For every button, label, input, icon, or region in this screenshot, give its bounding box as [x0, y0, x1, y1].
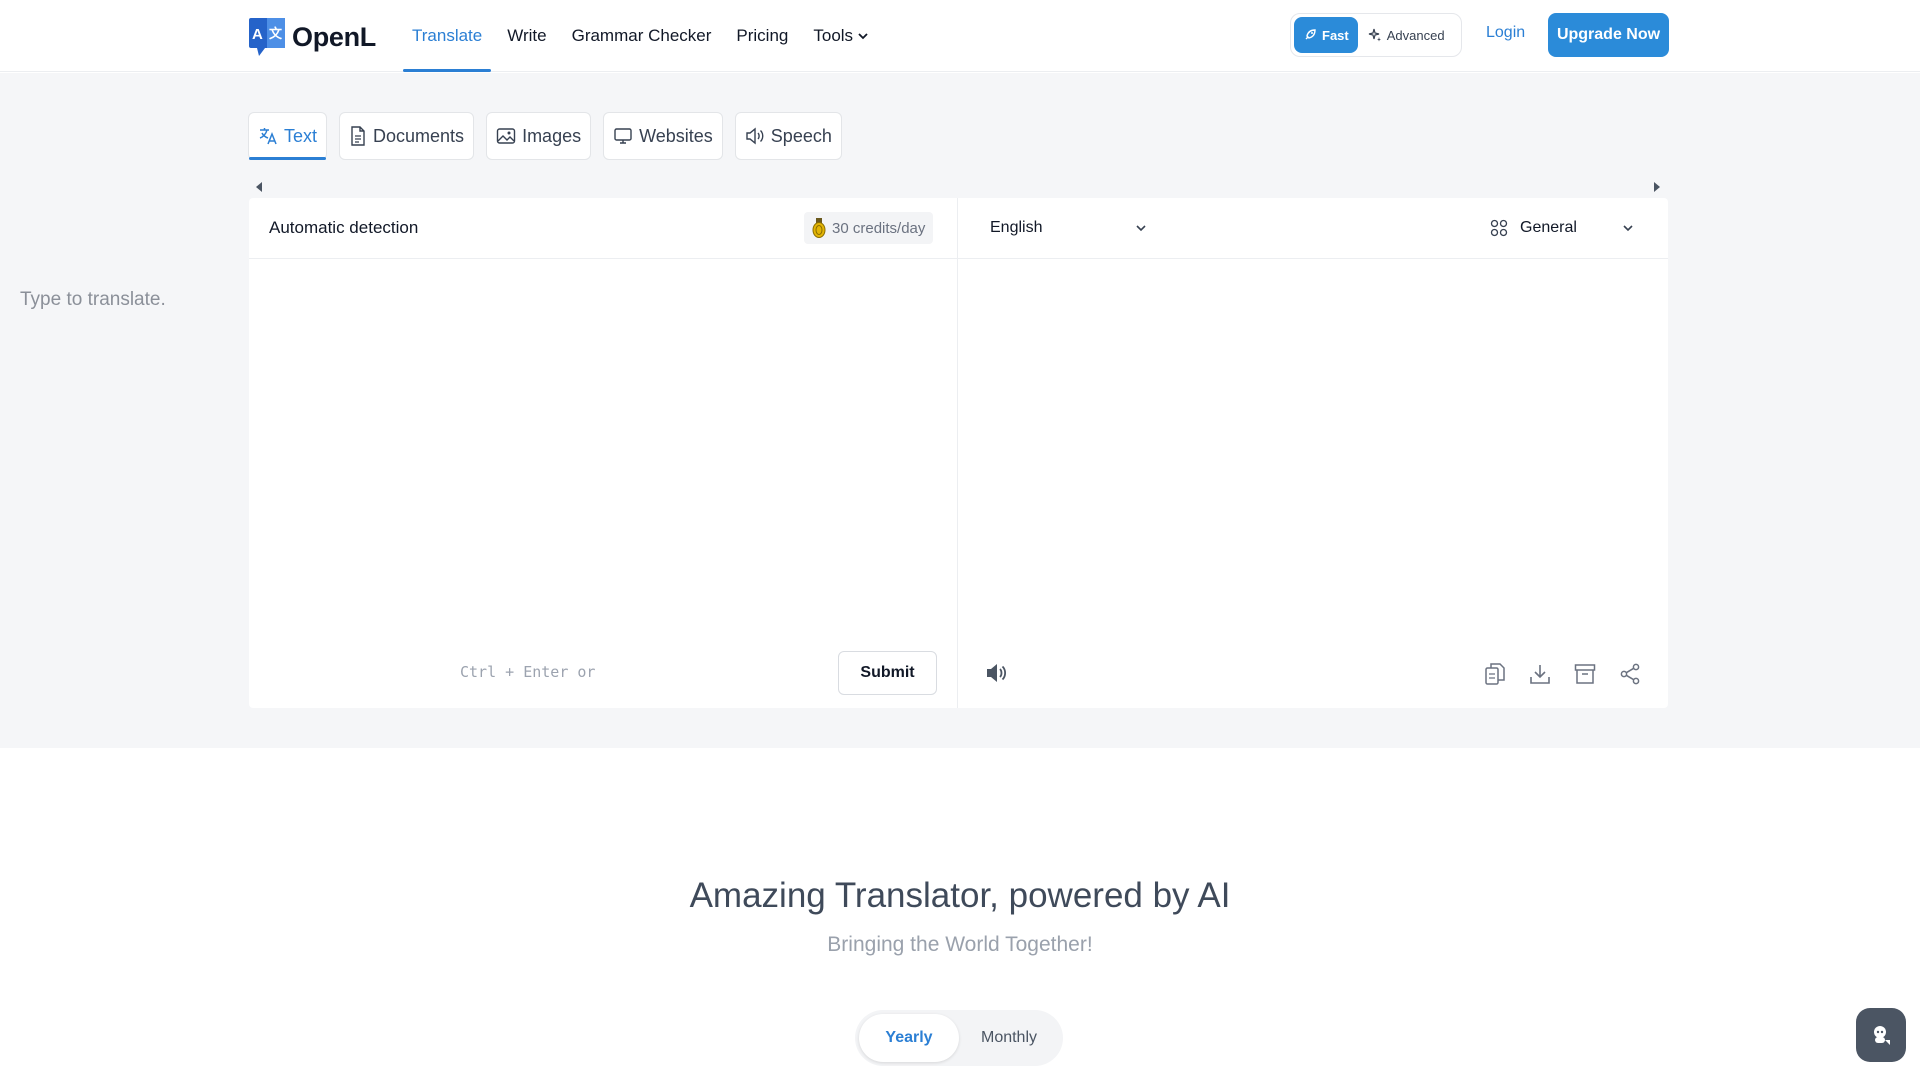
- chat-bot-icon: [1874, 1026, 1890, 1045]
- top-navbar: A 文 OpenL Translate Write Grammar Checke…: [0, 0, 1920, 72]
- hero-title: Amazing Translator, powered by AI: [689, 876, 1231, 915]
- source-pane-header: Automatic detection 30 credits/day: [249, 198, 957, 259]
- svg-text:A: A: [252, 26, 263, 43]
- tab-text-label: Text: [284, 125, 318, 146]
- billing-toggle: Yearly Monthly: [855, 1010, 1063, 1066]
- nav-pricing[interactable]: Pricing: [727, 0, 797, 72]
- source-language-select[interactable]: Automatic detection: [269, 218, 418, 238]
- speaker-icon: [746, 127, 764, 145]
- scroll-right-arrow[interactable]: [1654, 182, 1660, 192]
- tab-speech-label: Speech: [770, 125, 832, 146]
- target-language-select[interactable]: English: [990, 206, 1148, 250]
- nav-write-label: Write: [507, 26, 547, 45]
- source-pane: Automatic detection 30 credits/day: [249, 198, 958, 708]
- target-pane: [958, 198, 1668, 708]
- copy-button[interactable]: [1480, 659, 1510, 689]
- medal-icon: [812, 218, 826, 238]
- tab-websites[interactable]: Websites: [603, 112, 723, 160]
- advanced-mode-label: Advanced: [1386, 27, 1445, 43]
- document-icon: [351, 126, 365, 146]
- hero-subtitle: Bringing the World Together!: [827, 933, 1093, 956]
- logo-icon: A 文: [249, 18, 285, 56]
- logo[interactable]: A 文 OpenL: [249, 18, 376, 56]
- tab-websites-label: Websites: [639, 125, 713, 146]
- tab-images-label: Images: [522, 125, 582, 146]
- translate-type-tabs: Text Documents Images Websites Speech: [248, 112, 842, 160]
- nav-tools[interactable]: Tools: [804, 0, 878, 72]
- translator-panel: Automatic detection 30 credits/day: [249, 198, 1668, 708]
- tab-speech[interactable]: Speech: [734, 112, 842, 160]
- tab-text[interactable]: Text: [248, 112, 328, 160]
- advanced-mode-button[interactable]: Advanced: [1358, 17, 1455, 53]
- fast-mode-label: Fast: [1322, 27, 1349, 43]
- translate-icon: [259, 128, 277, 145]
- scroll-left-arrow[interactable]: [256, 182, 262, 192]
- archive-button[interactable]: [1570, 659, 1600, 689]
- domain-label: General: [1520, 219, 1577, 236]
- chevron-down-icon: [1623, 225, 1633, 232]
- nav-write[interactable]: Write: [498, 0, 555, 72]
- sparkle-icon: [1368, 28, 1381, 42]
- download-icon: [1530, 665, 1550, 684]
- monitor-icon: [614, 128, 632, 144]
- volume-icon: [987, 664, 1007, 682]
- nav-tools-label: Tools: [813, 26, 854, 45]
- download-button[interactable]: [1525, 659, 1555, 689]
- billing-monthly[interactable]: Monthly: [959, 1014, 1059, 1062]
- mode-toggle: Fast Advanced: [1290, 13, 1462, 57]
- chevron-down-icon: [1136, 225, 1146, 232]
- credits-text: 30 credits/day: [832, 219, 926, 237]
- logo-text: OpenL: [292, 21, 376, 52]
- nav-translate-label: Translate: [412, 26, 483, 45]
- target-language-label: English: [990, 219, 1043, 236]
- copy-icon: [1485, 663, 1505, 685]
- submit-button[interactable]: Submit: [838, 651, 937, 695]
- chevron-down-icon: [858, 33, 868, 40]
- share-icon: [1620, 663, 1640, 685]
- nav-translate[interactable]: Translate: [403, 0, 492, 72]
- credits-badge: 30 credits/day: [804, 212, 934, 244]
- tab-documents[interactable]: Documents: [339, 112, 475, 160]
- nav-pricing-label: Pricing: [736, 26, 789, 45]
- svg-text:文: 文: [269, 26, 283, 42]
- billing-yearly[interactable]: Yearly: [859, 1014, 959, 1062]
- rocket-icon: [1305, 29, 1316, 40]
- shortcut-hint: Ctrl + Enter or: [460, 663, 596, 681]
- upgrade-now-button[interactable]: Upgrade Now: [1548, 13, 1669, 57]
- image-icon: [496, 128, 516, 144]
- login-link[interactable]: Login: [1486, 24, 1525, 42]
- tab-documents-label: Documents: [373, 125, 465, 146]
- share-button[interactable]: [1615, 659, 1645, 689]
- main-nav: Translate Write Grammar Checker Pricing …: [403, 0, 885, 72]
- tab-images[interactable]: Images: [486, 112, 592, 160]
- listen-button[interactable]: [982, 658, 1012, 688]
- input-placeholder: Type to translate.: [20, 289, 166, 310]
- domain-select[interactable]: General: [1490, 206, 1635, 250]
- source-text-input[interactable]: [269, 280, 939, 580]
- fast-mode-button[interactable]: Fast: [1294, 17, 1358, 53]
- chat-support-button[interactable]: [1856, 1008, 1906, 1062]
- archive-icon: [1574, 664, 1596, 684]
- nav-grammar-checker-label: Grammar Checker: [571, 26, 712, 45]
- nav-grammar-checker[interactable]: Grammar Checker: [563, 0, 721, 72]
- grid-icon: [1490, 219, 1508, 237]
